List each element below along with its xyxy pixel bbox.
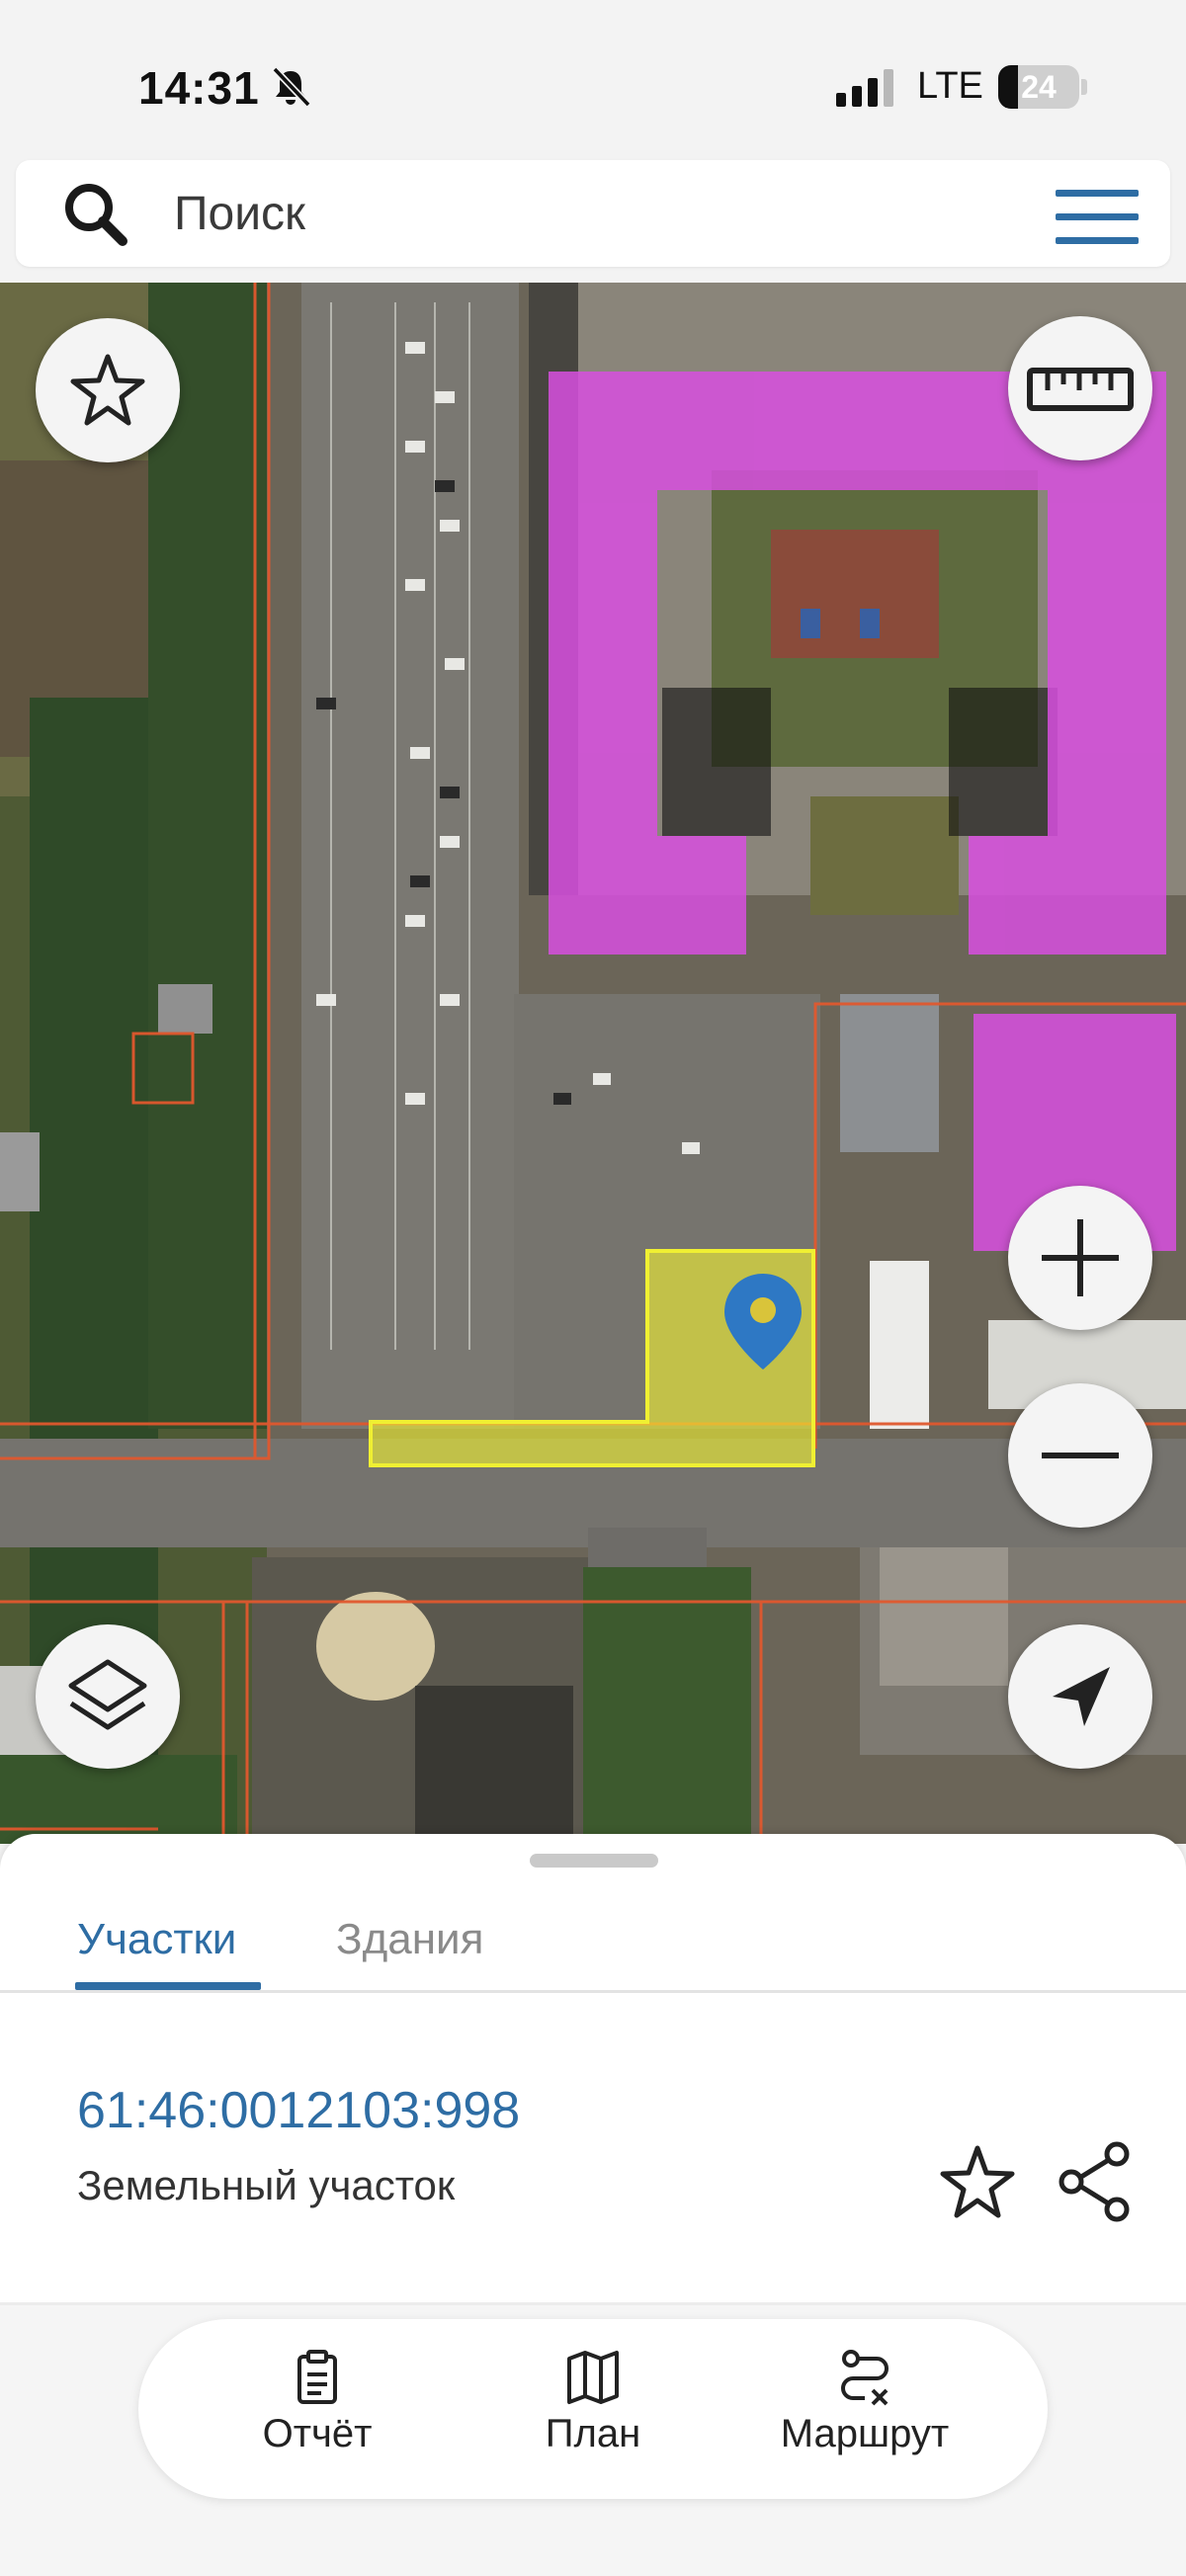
navigation-arrow-icon — [1053, 1667, 1110, 1726]
plus-icon — [1042, 1219, 1119, 1296]
bottom-sheet: Участки Здания 61:46:0012103:998 Земельн… — [0, 1834, 1186, 2576]
status-time: 14:31 — [138, 62, 260, 114]
satellite-map[interactable] — [0, 283, 1186, 1844]
star-icon — [70, 354, 145, 426]
map-imagery — [0, 283, 1186, 1844]
tab-buildings[interactable]: Здания — [336, 1915, 483, 1964]
plan-button[interactable]: План — [509, 2347, 677, 2475]
layers-icon — [68, 1659, 147, 1730]
report-label: Отчёт — [262, 2412, 373, 2455]
active-tab-indicator — [75, 1982, 261, 1990]
network-type: LTE — [917, 65, 983, 107]
zoom-in-button[interactable] — [1008, 1186, 1152, 1330]
map-icon — [567, 2351, 619, 2404]
battery-icon: 24 — [998, 65, 1079, 109]
clipboard-icon — [297, 2350, 337, 2404]
zoom-out-button[interactable] — [1008, 1383, 1152, 1528]
tab-parcels[interactable]: Участки — [77, 1915, 236, 1964]
parcel-type: Земельный участок — [77, 2162, 456, 2208]
report-button[interactable]: Отчёт — [233, 2347, 401, 2475]
signal-icon — [836, 69, 893, 107]
plan-label: План — [545, 2412, 641, 2455]
search-icon — [65, 184, 127, 246]
status-bar: 14:31 LTE 24 — [0, 0, 1186, 158]
ruler-button[interactable] — [1008, 316, 1152, 460]
bottom-action-area: Отчёт План Маршрут — [0, 2305, 1186, 2576]
search-input[interactable] — [174, 184, 965, 243]
route-button[interactable]: Маршрут — [751, 2347, 978, 2475]
share-icon[interactable] — [1056, 2140, 1135, 2223]
route-label: Маршрут — [780, 2412, 950, 2455]
bottom-action-bar: Отчёт План Маршрут — [138, 2319, 1048, 2499]
cadastral-number-link[interactable]: 61:46:0012103:998 — [77, 2081, 520, 2140]
app-screen: 14:31 LTE 24 Поиск Участки Здания 61:46:… — [0, 0, 1186, 2576]
battery-cap — [1081, 79, 1087, 95]
tabs-divider — [0, 1990, 1186, 1993]
minus-icon — [1042, 1453, 1119, 1458]
favorite-star-icon[interactable] — [937, 2142, 1018, 2223]
sheet-grabber[interactable] — [530, 1854, 658, 1868]
layers-button[interactable] — [36, 1624, 180, 1769]
bell-muted-icon — [272, 66, 311, 108]
search-bar[interactable] — [16, 160, 1170, 267]
menu-icon[interactable] — [1054, 188, 1141, 247]
ruler-icon — [1027, 368, 1134, 411]
route-icon — [841, 2350, 889, 2406]
locate-button[interactable] — [1008, 1624, 1152, 1769]
favorites-button[interactable] — [36, 318, 180, 462]
battery-level: 24 — [1021, 69, 1057, 105]
